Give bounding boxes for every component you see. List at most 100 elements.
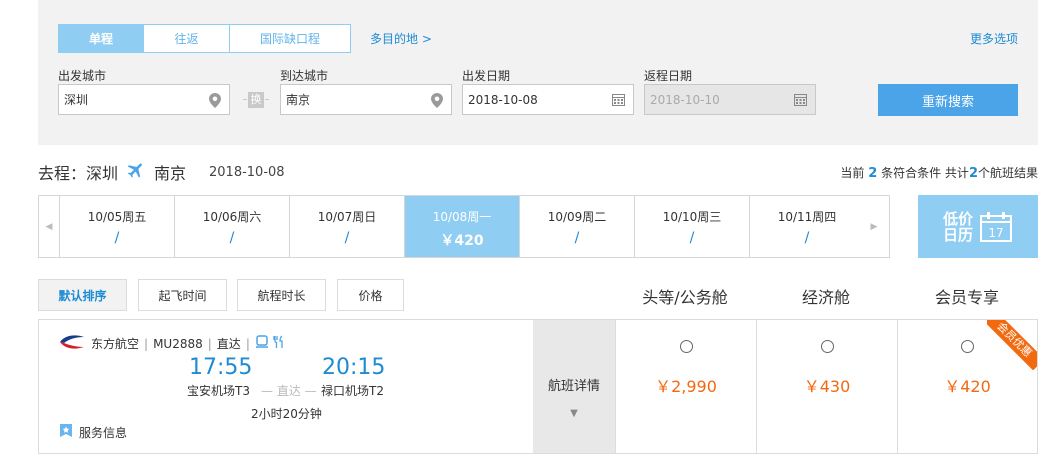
depart-date-input[interactable] [468, 85, 633, 114]
fare-member-radio[interactable] [961, 340, 974, 353]
date-price: / [229, 230, 235, 246]
swap-cities-button[interactable]: 换 [248, 92, 264, 108]
fare-first-price: ￥2,990 [655, 377, 717, 396]
departure-time: 17:55 [189, 355, 253, 380]
flight-details-toggle[interactable]: 航班详情 ▼ [533, 320, 615, 453]
date-price: / [574, 230, 580, 246]
fare-economy-radio[interactable] [820, 340, 834, 353]
count-prefix: 当前 [840, 166, 865, 180]
low-price-calendar-button[interactable]: 低价 日历 17 [918, 195, 1038, 258]
date-label: 10/09周二 [547, 210, 607, 224]
sort-default-button[interactable]: 默认排序 [38, 279, 127, 311]
swap-line-right [265, 99, 269, 100]
flight-number: MU2888 [153, 336, 203, 351]
date-price: / [689, 230, 695, 246]
date-price: / [114, 230, 120, 246]
count-mid: 条符合条件 共计 [881, 166, 969, 180]
date-cell[interactable]: 10/05周五 / [59, 196, 174, 257]
arrival-time: 20:15 [322, 355, 386, 380]
caret-down-icon: ▼ [570, 408, 578, 419]
date-label: 10/10周三 [662, 210, 722, 224]
trip-type-tabs: 单程 往返 国际缺口程 [58, 24, 351, 53]
result-count: 当前 2 条符合条件 共计2个航班结果 [840, 164, 1038, 181]
airline-info: 东方航空 | MU2888 | 直达 | [59, 333, 285, 354]
departure-airport: 宝安机场T3 [187, 384, 250, 398]
fare-first-radio[interactable] [679, 340, 693, 353]
date-cell[interactable]: 10/09周二 / [519, 196, 634, 257]
separator: | [207, 336, 212, 351]
date-label: 10/07周日 [317, 210, 377, 224]
china-eastern-logo-icon [59, 333, 85, 354]
service-info-label: 服务信息 [79, 425, 128, 440]
location-pin-icon[interactable] [209, 93, 221, 111]
tab-round-trip[interactable]: 往返 [144, 24, 230, 53]
count-suffix: 个航班结果 [977, 166, 1038, 180]
cabin-header-economy: 经济舱 [801, 288, 850, 307]
calendar-line2: 日历 [942, 225, 973, 244]
service-info-link[interactable]: 服务信息 [59, 423, 127, 441]
airline-name: 东方航空 [91, 337, 140, 351]
calendar-line1: 低价 [942, 209, 973, 228]
date-cell[interactable]: 10/06周六 / [174, 196, 289, 257]
flight-details-label: 航班详情 [547, 379, 600, 394]
date-cell[interactable]: 10/11周四 / [749, 196, 864, 257]
from-city-label: 出发城市 [58, 69, 107, 83]
route-date: 2018-10-08 [209, 165, 285, 180]
to-city-input[interactable] [286, 85, 451, 114]
separator: | [245, 336, 250, 351]
depart-date-label: 出发日期 [462, 69, 511, 83]
airplane-icon [126, 160, 146, 184]
return-date-input [650, 85, 815, 114]
meal-icon [273, 335, 285, 352]
calendar-icon [794, 94, 807, 109]
calendar-day: 17 [988, 226, 1003, 240]
count-current: 2 [868, 166, 878, 181]
calendar-label: 低价 日历 [943, 211, 973, 243]
arrival-airport: 禄口机场T2 [321, 384, 384, 398]
multi-city-link[interactable]: 多目的地 > [370, 30, 432, 47]
fare-member: ￥420 会员优惠 [897, 320, 1037, 453]
count-total: 2 [968, 166, 978, 181]
date-cell[interactable]: 10/07周日 / [289, 196, 404, 257]
direct-connector: — 直达 — [261, 384, 317, 398]
sort-depart-time-button[interactable]: 起飞时间 [138, 279, 227, 311]
next-dates-arrow[interactable]: ▶ [864, 196, 884, 257]
calendar-icon: 17 [980, 211, 1012, 242]
fare-first-class: ￥2,990 [615, 320, 756, 453]
depart-date-field[interactable] [462, 84, 634, 115]
fare-economy: ￥430 [756, 320, 897, 453]
to-city-label: 到达城市 [280, 69, 329, 83]
date-price: / [804, 230, 810, 246]
to-city-field[interactable] [280, 84, 452, 115]
prev-dates-arrow[interactable]: ◀ [39, 196, 59, 257]
swap-line-left [243, 99, 247, 100]
more-options-link[interactable]: 更多选项 [970, 30, 1018, 47]
calendar-icon[interactable] [612, 94, 625, 109]
date-label: 10/11周四 [777, 210, 837, 224]
star-badge-icon [59, 423, 73, 441]
from-city-input[interactable] [64, 85, 229, 114]
re-search-button[interactable]: 重新搜索 [878, 84, 1018, 116]
tab-one-way[interactable]: 单程 [58, 24, 144, 53]
sort-price-button[interactable]: 价格 [337, 279, 404, 311]
member-discount-ribbon: 会员优惠 [987, 320, 1037, 370]
date-label: 10/05周五 [87, 210, 147, 224]
member-ribbon-clip: 会员优惠 [987, 320, 1037, 370]
cabin-header-first: 头等/公务舱 [642, 288, 728, 307]
from-city-field[interactable] [58, 84, 230, 115]
sort-duration-button[interactable]: 航程时长 [237, 279, 326, 311]
date-cell-selected[interactable]: 10/08周一 ￥420 [404, 196, 519, 257]
route-destination: 南京 [154, 164, 187, 183]
return-date-field [644, 84, 816, 115]
location-pin-icon[interactable] [431, 93, 443, 111]
fare-economy-price: ￥430 [803, 377, 851, 396]
route-title: 去程：深圳 南京 [38, 160, 186, 184]
date-cell[interactable]: 10/10周三 / [634, 196, 749, 257]
cabin-header-member: 会员专享 [934, 288, 999, 307]
separator: | [144, 336, 149, 351]
route-origin: 去程：深圳 [38, 164, 119, 183]
seat-icon [255, 335, 269, 352]
tab-open-jaw[interactable]: 国际缺口程 [230, 24, 351, 53]
date-price: / [344, 230, 350, 246]
direct-flag: 直达 [216, 337, 241, 351]
